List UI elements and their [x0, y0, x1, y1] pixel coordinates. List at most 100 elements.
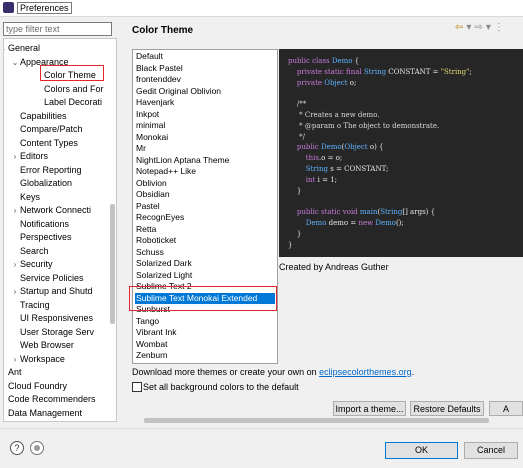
- theme-list-item[interactable]: Black Pastel: [135, 63, 275, 74]
- tree-item[interactable]: Ant: [8, 366, 22, 379]
- theme-list-item[interactable]: frontenddev: [135, 74, 275, 85]
- tree-item[interactable]: Web Browser: [20, 339, 74, 352]
- title-bar: Preferences: [0, 0, 523, 17]
- eclipse-app-icon: [3, 2, 14, 13]
- theme-list-item[interactable]: RecognEyes: [135, 212, 275, 223]
- tree-item[interactable]: Perspectives: [20, 231, 72, 244]
- code-line: private static final String CONSTANT = "…: [288, 67, 472, 76]
- tree-item[interactable]: Keys: [20, 191, 40, 204]
- theme-list-item[interactable]: Retta: [135, 224, 275, 235]
- code-line: public class Demo {: [288, 57, 360, 65]
- chevron-right-icon[interactable]: ›: [4, 393, 7, 406]
- code-line: public static void main(String[] args) {: [288, 208, 436, 217]
- theme-list-item[interactable]: minimal: [135, 120, 275, 131]
- tree-item[interactable]: Capabilities: [20, 110, 67, 123]
- theme-list-item[interactable]: Roboticket: [135, 235, 275, 246]
- eclipsecolorthemes-link[interactable]: eclipsecolorthemes.org: [319, 367, 412, 377]
- chevron-down-icon[interactable]: ⌄: [4, 42, 7, 55]
- code-line: Demo demo = new Demo();: [288, 219, 404, 227]
- import-theme-button[interactable]: Import a theme...: [333, 401, 406, 416]
- tree-item[interactable]: Error Reporting: [20, 164, 82, 177]
- code-line: private Object o;: [288, 78, 357, 87]
- theme-list[interactable]: Default Black Pastel frontenddev Gedit Orig…: [132, 49, 278, 364]
- code-line: String s = CONSTANT;: [288, 165, 389, 173]
- tree-item[interactable]: Compare/Patch: [20, 123, 83, 136]
- tree-vertical-scrollbar[interactable]: [110, 204, 115, 324]
- page-navigation: ⇦▾⇨▾⋮: [455, 22, 507, 33]
- download-themes-text: Download more themes or create your own …: [132, 367, 415, 377]
- theme-list-item[interactable]: Notepad++ Like: [135, 166, 275, 177]
- page-title: Color Theme: [132, 25, 194, 36]
- tree-item[interactable]: Tracing: [20, 299, 50, 312]
- code-line: }: [288, 240, 293, 249]
- chevron-right-icon[interactable]: ›: [4, 380, 7, 393]
- theme-list-item[interactable]: Gedit Original Oblivion: [135, 86, 275, 97]
- theme-list-item[interactable]: Zenburn: [135, 350, 275, 361]
- more-options-icon[interactable]: ⋮: [494, 22, 507, 33]
- theme-list-item[interactable]: Oblivion: [135, 178, 275, 189]
- cancel-button[interactable]: Cancel: [464, 442, 518, 459]
- theme-list-item[interactable]: Wombat: [135, 339, 275, 350]
- chevron-down-icon[interactable]: ⌄: [11, 56, 19, 69]
- tree-item[interactable]: Label Decorati: [44, 96, 102, 109]
- theme-list-item[interactable]: Obsidian: [135, 189, 275, 200]
- back-arrow-icon[interactable]: ⇦: [455, 22, 466, 33]
- default-background-label: Set all background colors to the default: [143, 382, 299, 392]
- restore-defaults-button[interactable]: Restore Defaults: [410, 401, 484, 416]
- theme-list-item[interactable]: Solarized Light: [135, 270, 275, 281]
- divider: [0, 428, 523, 429]
- chevron-right-icon[interactable]: ›: [11, 258, 19, 271]
- theme-list-item[interactable]: Tango: [135, 316, 275, 327]
- tree-item[interactable]: Editors: [20, 150, 48, 163]
- theme-list-item[interactable]: Mr: [135, 143, 275, 154]
- chevron-right-icon[interactable]: ›: [11, 285, 19, 298]
- code-line: public Demo(Object o) {: [288, 143, 384, 152]
- chevron-right-icon[interactable]: ›: [4, 366, 7, 379]
- theme-list-item[interactable]: Schuss: [135, 247, 275, 258]
- tree-item[interactable]: Content Types: [20, 137, 78, 150]
- ok-button[interactable]: OK: [385, 442, 458, 459]
- forward-arrow-icon[interactable]: ⇨: [474, 22, 485, 33]
- tree-item[interactable]: Network Connecti: [20, 204, 91, 217]
- tree-item[interactable]: Globalization: [20, 177, 72, 190]
- tree-item[interactable]: UI Responsivenes: [20, 312, 93, 325]
- theme-list-item[interactable]: Inkpot: [135, 109, 275, 120]
- chevron-right-icon[interactable]: ›: [4, 407, 7, 420]
- chevron-right-icon[interactable]: ›: [11, 204, 19, 217]
- tree-item[interactable]: General: [8, 42, 40, 55]
- code-preview: public class Demo { private static final…: [279, 49, 523, 257]
- tree-item[interactable]: Workspace: [20, 353, 65, 366]
- chevron-right-icon[interactable]: ›: [11, 353, 19, 366]
- tree-item[interactable]: Colors and For: [44, 83, 104, 96]
- tree-item[interactable]: Security: [20, 258, 53, 271]
- help-icon[interactable]: ?: [10, 441, 24, 455]
- tree-item[interactable]: User Storage Serv: [20, 326, 94, 339]
- theme-author: Created by Andreas Guther: [279, 262, 389, 272]
- tree-item[interactable]: Startup and Shutd: [20, 285, 93, 298]
- tree-item[interactable]: Notifications: [20, 218, 69, 231]
- chevron-right-icon[interactable]: ›: [11, 150, 19, 163]
- filter-input[interactable]: [3, 22, 112, 36]
- tree-item[interactable]: Service Policies: [20, 272, 84, 285]
- tree-item[interactable]: Search: [20, 245, 49, 258]
- tree-item[interactable]: Data Management: [8, 407, 82, 420]
- window-title: Preferences: [17, 2, 72, 14]
- theme-list-item[interactable]: Monokai: [135, 132, 275, 143]
- code-line: }: [288, 229, 302, 238]
- theme-list-item[interactable]: Vibrant Ink: [135, 327, 275, 338]
- theme-list-item[interactable]: Solarized Dark: [135, 258, 275, 269]
- chevron-down-icon[interactable]: ▾: [486, 22, 494, 33]
- page-horizontal-scrollbar[interactable]: [144, 418, 489, 423]
- code-line: }: [288, 186, 302, 195]
- theme-list-item[interactable]: Havenjark: [135, 97, 275, 108]
- tree-item[interactable]: Code Recommenders: [8, 393, 96, 406]
- code-line: */: [288, 132, 305, 141]
- tree-item[interactable]: Cloud Foundry: [8, 380, 67, 393]
- theme-list-item[interactable]: Pastel: [135, 201, 275, 212]
- theme-list-item[interactable]: NightLion Aptana Theme: [135, 155, 275, 166]
- record-macro-icon[interactable]: [30, 441, 44, 455]
- theme-list-item[interactable]: Default: [135, 51, 275, 62]
- apply-button[interactable]: A: [489, 401, 523, 416]
- preferences-tree: ⌄General⌄AppearanceColor ThemeColors and…: [3, 38, 117, 422]
- default-background-checkbox[interactable]: [132, 382, 142, 392]
